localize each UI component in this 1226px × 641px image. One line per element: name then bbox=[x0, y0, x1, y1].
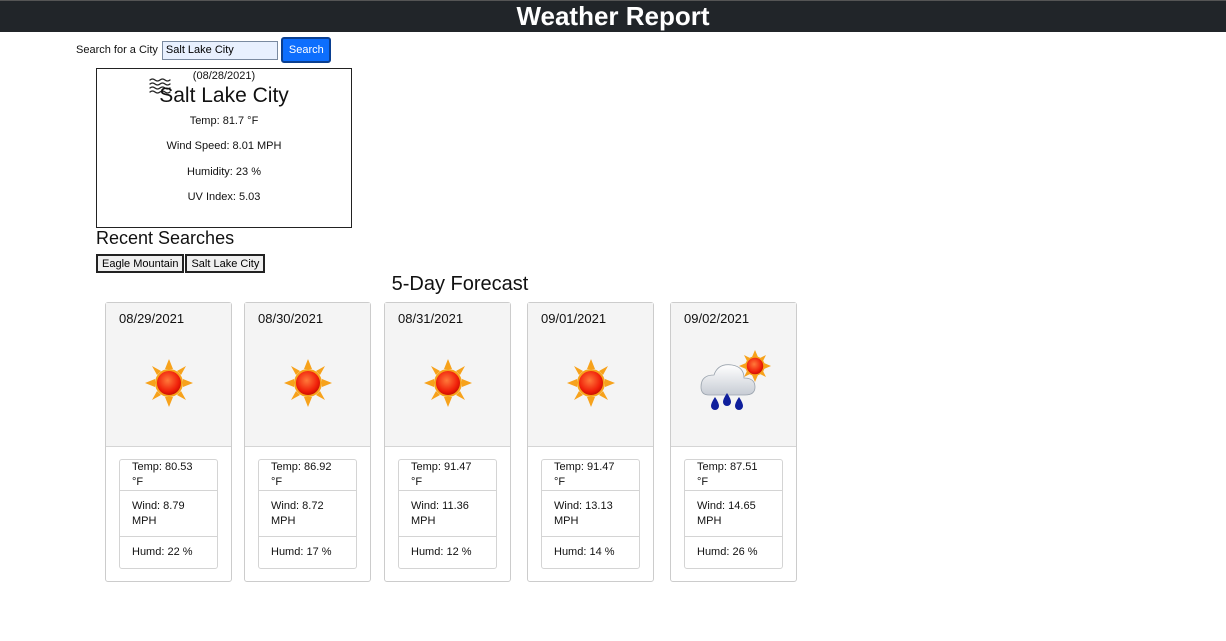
search-label: Search for a City bbox=[76, 44, 158, 56]
search-button[interactable]: Search bbox=[280, 37, 331, 63]
forecast-wind: Wind: 8.79 MPH bbox=[120, 491, 217, 537]
forecast-card-header: 09/01/2021 bbox=[528, 303, 653, 447]
forecast-temp: Temp: 86.92 °F bbox=[259, 460, 356, 491]
page-title: Weather Report bbox=[516, 1, 710, 31]
forecast-card: 08/29/2021 Temp: 80.53 °F Wind: 8.79 MPH … bbox=[105, 302, 232, 582]
rain-sun-icon bbox=[700, 350, 771, 410]
sunny-icon bbox=[558, 353, 624, 413]
sunny-icon bbox=[136, 353, 202, 413]
forecast-date: 08/29/2021 bbox=[119, 311, 185, 326]
forecast-temp: Temp: 91.47 °F bbox=[399, 460, 496, 491]
forecast-wind: Wind: 11.36 MPH bbox=[399, 491, 496, 537]
forecast-humidity: Humd: 26 % bbox=[697, 546, 758, 558]
forecast-date: 08/30/2021 bbox=[258, 311, 324, 326]
forecast-details: Temp: 87.51 °F Wind: 14.65 MPH Humd: 26 % bbox=[684, 459, 783, 569]
current-temp: Temp: 81.7 °F bbox=[189, 115, 259, 127]
forecast-wind: Wind: 8.72 MPH bbox=[259, 491, 356, 537]
forecast-humidity: Humd: 17 % bbox=[271, 546, 332, 558]
forecast-card: 08/31/2021 Temp: 91.47 °F Wind: 11.36 MPH… bbox=[384, 302, 511, 582]
forecast-humidity: Humd: 12 % bbox=[411, 546, 472, 558]
sunny-icon bbox=[275, 353, 341, 413]
recent-searches-list: Eagle Mountain Salt Lake City bbox=[96, 254, 266, 273]
forecast-card: 08/30/2021 Temp: 86.92 °F Wind: 8.72 MPH … bbox=[244, 302, 371, 582]
forecast-details: Temp: 80.53 °F Wind: 8.79 MPH Humd: 22 % bbox=[119, 459, 218, 569]
forecast-wind: Wind: 14.65 MPH bbox=[685, 491, 782, 537]
forecast-temp: Temp: 91.47 °F bbox=[542, 460, 639, 491]
forecast-details: Temp: 91.47 °F Wind: 13.13 MPH Humd: 14 % bbox=[541, 459, 640, 569]
recent-search-button[interactable]: Salt Lake City bbox=[185, 254, 266, 273]
current-city: Salt Lake City bbox=[159, 84, 289, 107]
forecast-details: Temp: 91.47 °F Wind: 11.36 MPH Humd: 12 % bbox=[398, 459, 497, 569]
current-wind: Wind Speed: 8.01 MPH bbox=[166, 140, 282, 152]
forecast-temp: Temp: 80.53 °F bbox=[120, 460, 217, 491]
sunny-icon bbox=[415, 353, 481, 413]
current-uv-index: UV Index: 5.03 bbox=[187, 191, 261, 203]
forecast-date: 08/31/2021 bbox=[398, 311, 464, 326]
current-humidity: Humidity: 23 % bbox=[187, 166, 261, 178]
forecast-wind: Wind: 13.13 MPH bbox=[542, 491, 639, 537]
search-form: Search for a City Search bbox=[76, 37, 331, 63]
search-input[interactable] bbox=[161, 40, 278, 60]
forecast-humidity: Humd: 14 % bbox=[554, 546, 615, 558]
forecast-temp: Temp: 87.51 °F bbox=[685, 460, 782, 491]
forecast-title: 5-Day Forecast bbox=[391, 273, 529, 295]
forecast-details: Temp: 86.92 °F Wind: 8.72 MPH Humd: 17 % bbox=[258, 459, 357, 569]
current-date: (08/28/2021) bbox=[192, 70, 256, 82]
forecast-card: 09/02/2021 Temp: 87.51 °F Wind: 14.65 MP… bbox=[670, 302, 797, 582]
forecast-card: 09/01/2021 Temp: 91.47 °F Wind: 13.13 MPH… bbox=[527, 302, 654, 582]
page-header: Weather Report bbox=[0, 0, 1226, 32]
forecast-card-header: 08/31/2021 bbox=[385, 303, 510, 447]
forecast-card-header: 08/29/2021 bbox=[106, 303, 231, 447]
forecast-card-header: 09/02/2021 bbox=[671, 303, 796, 447]
forecast-date: 09/01/2021 bbox=[541, 311, 607, 326]
forecast-date: 09/02/2021 bbox=[684, 311, 750, 326]
recent-searches-title: Recent Searches bbox=[96, 228, 235, 248]
forecast-card-header: 08/30/2021 bbox=[245, 303, 370, 447]
current-weather-card: (08/28/2021) Salt Lake City Temp: 81.7 °… bbox=[96, 68, 352, 228]
recent-search-button[interactable]: Eagle Mountain bbox=[96, 254, 185, 273]
forecast-humidity: Humd: 22 % bbox=[132, 546, 193, 558]
